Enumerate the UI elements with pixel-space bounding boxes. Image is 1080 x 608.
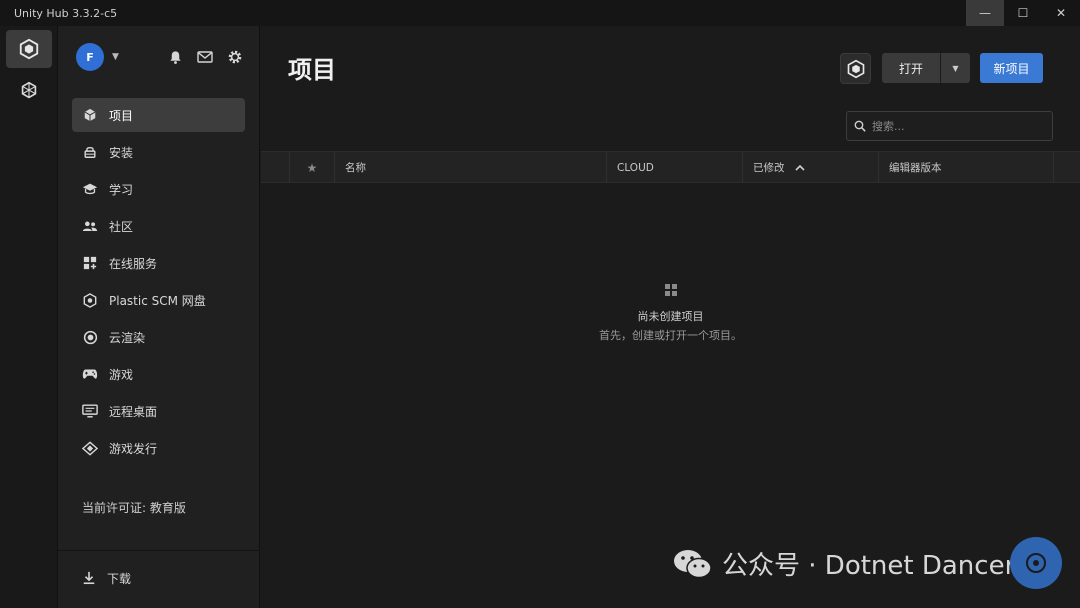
sidebar: F ▼ 项目 安装 学习 社区 在线服务 Plastic SCM 网盘 云渲染 … [58,26,260,608]
sidebar-item-plastic-scm[interactable]: Plastic SCM 网盘 [72,283,245,317]
actions-column [1053,152,1080,183]
caret-down-icon[interactable]: ▼ [112,52,119,62]
wechat-logo-icon [674,549,712,578]
rail-unity-hub-button[interactable] [6,30,52,68]
cloud-render-icon [81,328,99,346]
messages-button[interactable] [195,47,215,67]
sidebar-item-label: 安装 [109,145,134,160]
sidebar-item-label: 在线服务 [109,256,158,271]
search-box[interactable] [846,111,1053,141]
sidebar-item-label: 游戏发行 [109,441,158,456]
unity-cube-icon [19,38,39,60]
notifications-button[interactable] [165,47,185,67]
avatar[interactable]: F [76,43,104,71]
app-rail [0,26,58,608]
favorite-column-header[interactable]: ★ [289,152,334,183]
grid-icon [664,284,677,296]
watermark-text: 公众号 · Dotnet Dancer [722,551,1016,581]
new-project-button[interactable]: 新项目 [980,53,1043,83]
sidebar-item-remote-desktop[interactable]: 远程桌面 [72,394,245,428]
open-button[interactable]: 打开 [882,53,940,83]
mail-icon [197,51,213,63]
download-icon [80,569,98,587]
window-title: Unity Hub 3.3.2-c5 [14,6,118,20]
sidebar-header: F ▼ [58,26,259,88]
downloads-label: 下载 [107,571,132,586]
gear-icon [228,50,242,64]
settings-button[interactable] [225,47,245,67]
empty-state-subtitle: 首先，创建或打开一个项目。 [599,329,742,342]
sidebar-item-label: 云渲染 [109,330,146,345]
close-button[interactable]: ✕ [1042,0,1080,26]
sidebar-item-community[interactable]: 社区 [72,209,245,243]
column-modified[interactable]: 已修改 [742,152,878,183]
help-button[interactable] [1010,537,1062,589]
sidebar-item-label: 社区 [109,219,134,234]
open-dropdown-button[interactable]: ▼ [941,53,970,83]
column-cloud[interactable]: CLOUD [606,152,742,183]
downloads-button[interactable]: 下载 [80,566,131,590]
sort-ascending-icon [794,164,805,171]
sidebar-item-projects[interactable]: 项目 [72,98,245,132]
remote-desktop-icon [81,402,99,420]
page-title: 项目 [288,56,336,84]
license-status: 当前许可证: 教育版 [82,501,186,515]
project-templates-button[interactable] [840,53,871,84]
title-bar: Unity Hub 3.3.2-c5 — ☐ ✕ [0,0,1080,26]
help-icon [1026,553,1046,573]
sidebar-nav: 项目 安装 学习 社区 在线服务 Plastic SCM 网盘 云渲染 游戏 远… [58,98,259,465]
sidebar-divider [58,550,260,551]
sidebar-item-cloud-render[interactable]: 云渲染 [72,320,245,354]
graduation-cap-icon [81,180,99,198]
sidebar-item-label: Plastic SCM 网盘 [109,293,206,308]
lock-icon [81,143,99,161]
star-icon: ★ [306,160,318,175]
projects-table-header: ★ 名称 CLOUD 已修改 编辑器版本 [261,151,1080,183]
sidebar-item-installs[interactable]: 安装 [72,135,245,169]
column-editor-version[interactable]: 编辑器版本 [878,152,1053,183]
sidebar-item-label: 远程桌面 [109,404,158,419]
select-column [261,152,289,183]
sidebar-item-online-services[interactable]: 在线服务 [72,246,245,280]
empty-state-title: 尚未创建项目 [637,310,704,323]
services-grid-icon [81,254,99,272]
column-name[interactable]: 名称 [334,152,606,183]
bell-icon [169,50,181,64]
wechat-watermark: 公众号 · Dotnet Dancer [672,545,1015,582]
maximize-button[interactable]: ☐ [1004,0,1042,26]
publish-tag-icon [81,439,99,457]
search-input[interactable] [872,119,1042,133]
people-icon [81,217,99,235]
column-modified-label: 已修改 [753,162,785,174]
caret-down-icon: ▼ [952,63,959,73]
sidebar-item-label: 学习 [109,182,134,197]
cube-icon [81,106,99,124]
empty-state: 尚未创建项目 首先，创建或打开一个项目。 [261,282,1080,343]
sidebar-item-label: 游戏 [109,367,134,382]
rail-asset-store-button[interactable] [6,72,52,110]
projects-panel: 项目 打开 ▼ 新项目 ★ 名称 CLOUD 已修改 编辑器版本 尚未创建项目 … [261,26,1080,608]
gamepad-icon [81,365,99,383]
unity-cube-icon [847,59,864,78]
sidebar-item-games[interactable]: 游戏 [72,357,245,391]
sidebar-item-learn[interactable]: 学习 [72,172,245,206]
plastic-scm-icon [81,291,99,309]
asset-cubes-icon [21,81,37,99]
sidebar-item-label: 项目 [109,108,134,123]
search-icon [854,120,866,132]
minimize-button[interactable]: — [966,0,1004,26]
sidebar-item-game-publishing[interactable]: 游戏发行 [72,431,245,465]
